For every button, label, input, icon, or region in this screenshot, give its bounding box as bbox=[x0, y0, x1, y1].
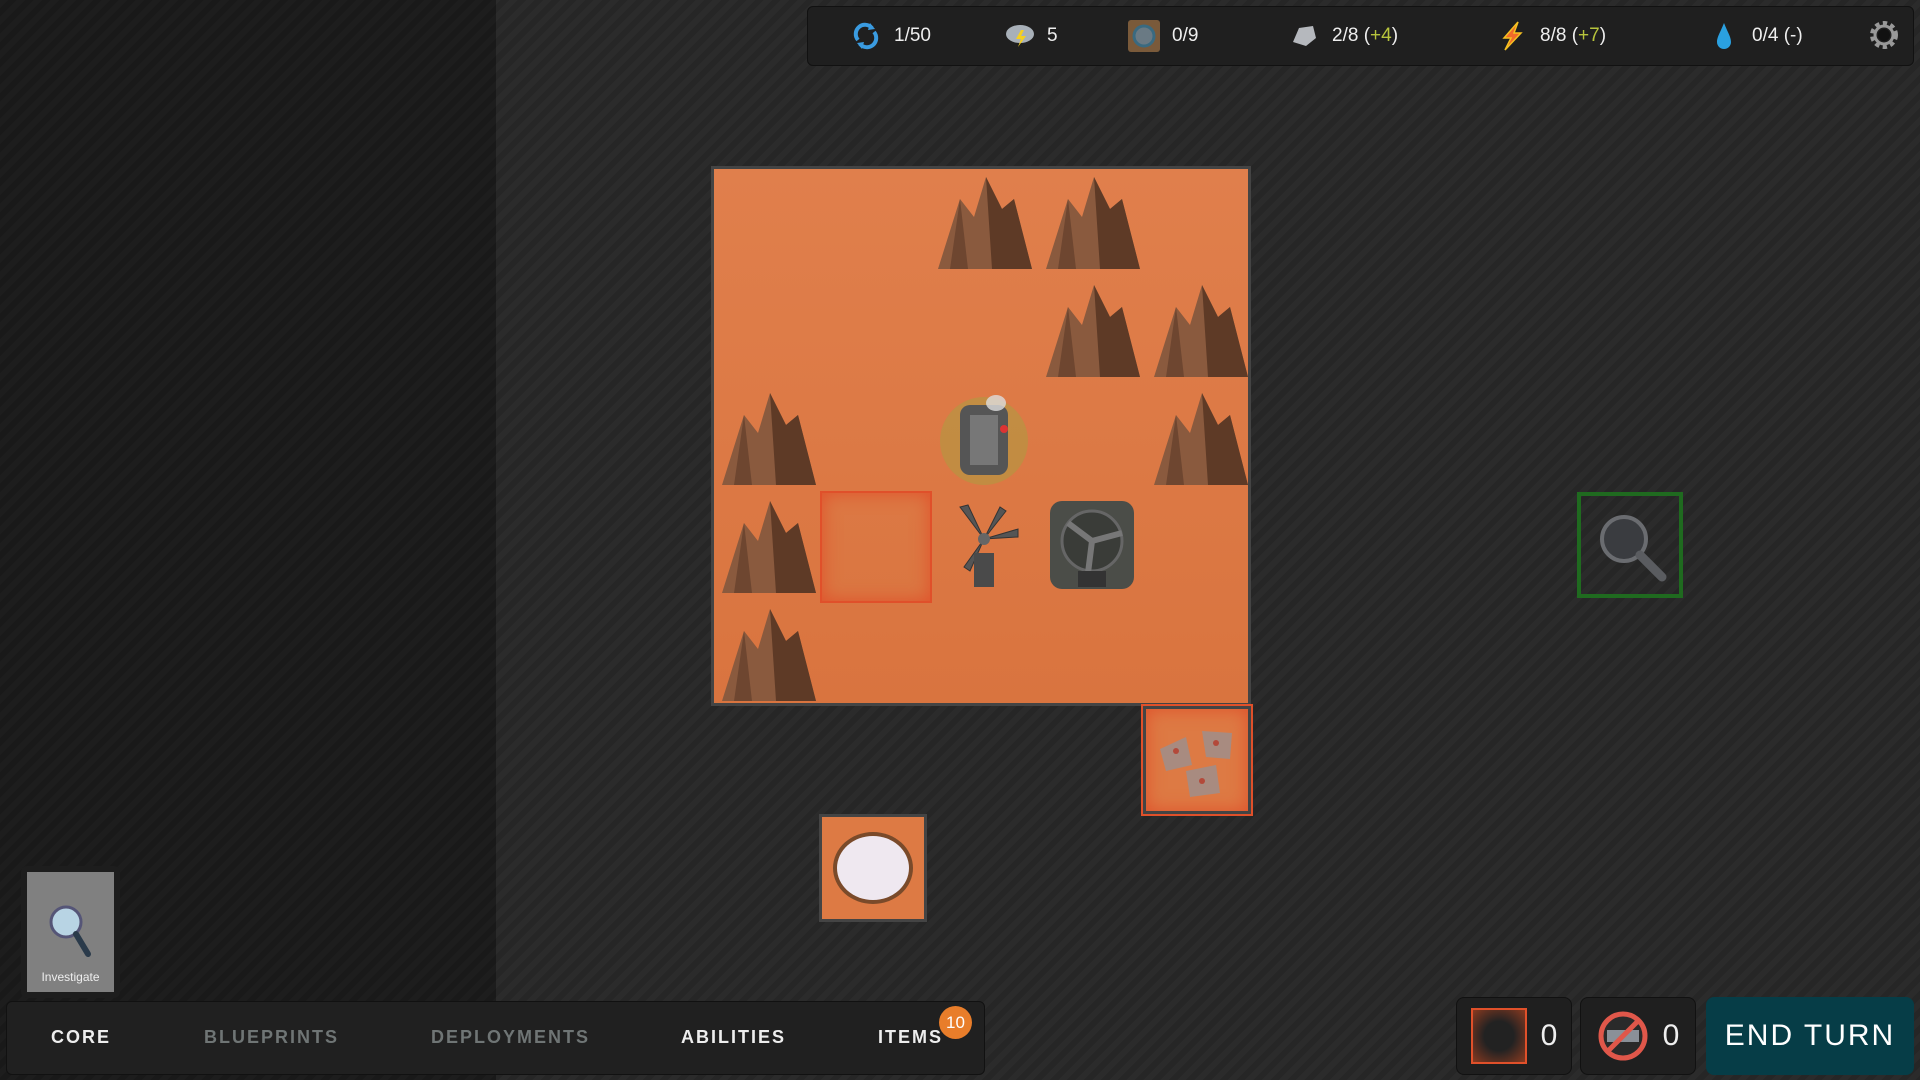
weather-counter: 5 bbox=[1003, 20, 1058, 52]
turn-counter: 1/50 bbox=[850, 20, 931, 52]
turbine-building[interactable] bbox=[1038, 493, 1146, 601]
settings-button[interactable] bbox=[1868, 19, 1900, 51]
tab-abilities[interactable]: ABILITIES bbox=[681, 1027, 786, 1048]
water-counter: 0/4 (-) bbox=[1708, 20, 1803, 52]
core-tile-icon bbox=[1128, 20, 1160, 52]
mountain-tile[interactable] bbox=[714, 385, 822, 493]
investigate-action-card[interactable]: Investigate bbox=[21, 866, 120, 998]
investigate-label: Investigate bbox=[41, 970, 100, 984]
mountain-tile[interactable] bbox=[1146, 385, 1254, 493]
metal-counter: 2/8 (+4) bbox=[1288, 20, 1398, 52]
prohibited-icon bbox=[1598, 1011, 1648, 1061]
energy-counter: 8/8 (+7) bbox=[1496, 20, 1606, 52]
investigate-marker[interactable] bbox=[1577, 492, 1683, 598]
metal-ore-icon bbox=[1288, 20, 1320, 52]
hazard-tile-icon bbox=[1470, 1008, 1527, 1064]
hazard-counter[interactable]: 0 bbox=[1456, 997, 1572, 1075]
windmill-building[interactable] bbox=[930, 493, 1038, 601]
mountain-tile[interactable] bbox=[1038, 169, 1146, 277]
storm-cloud-icon bbox=[1003, 20, 1035, 52]
wrecked-core-building[interactable] bbox=[930, 385, 1038, 493]
water-drop-icon bbox=[1708, 20, 1740, 52]
mountain-tile[interactable] bbox=[1038, 277, 1146, 385]
game-board[interactable] bbox=[711, 166, 1251, 706]
cycle-icon bbox=[850, 20, 882, 52]
magnifier-icon bbox=[49, 905, 91, 957]
mountain-tile[interactable] bbox=[1146, 277, 1254, 385]
lightning-icon bbox=[1496, 20, 1528, 52]
mountain-tile[interactable] bbox=[930, 169, 1038, 277]
tab-items[interactable]: ITEMS bbox=[878, 1027, 943, 1048]
rubble-tile[interactable] bbox=[1141, 704, 1253, 816]
items-count-badge: 10 bbox=[939, 1006, 972, 1039]
resource-bar: 1/50 5 0/9 2/8 (+4) 8/8 (+7) 0/4 (-) bbox=[807, 6, 1914, 66]
tab-core[interactable]: CORE bbox=[51, 1027, 111, 1048]
magnifier-icon bbox=[1600, 515, 1667, 582]
salt-deposit-tile[interactable] bbox=[819, 814, 927, 922]
mountain-tile[interactable] bbox=[714, 601, 822, 709]
tab-blueprints[interactable]: BLUEPRINTS bbox=[204, 1027, 339, 1048]
core-counter: 0/9 bbox=[1128, 20, 1198, 52]
bottom-tab-bar: CORE BLUEPRINTS DEPLOYMENTS ABILITIES IT… bbox=[6, 1001, 985, 1075]
end-turn-button[interactable]: END TURN bbox=[1706, 997, 1914, 1075]
mountain-tile[interactable] bbox=[714, 493, 822, 601]
gear-icon[interactable] bbox=[1868, 19, 1900, 51]
highlighted-tile[interactable] bbox=[820, 491, 932, 603]
blocked-counter[interactable]: 0 bbox=[1580, 997, 1696, 1075]
tab-deployments[interactable]: DEPLOYMENTS bbox=[431, 1027, 590, 1048]
